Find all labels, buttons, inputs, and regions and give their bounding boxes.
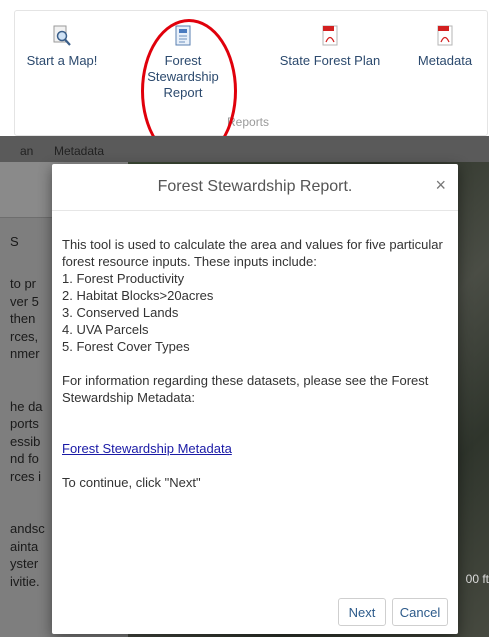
modal-intro: This tool is used to calculate the area … [62,237,443,269]
map-scale-text: 00 ft [465,572,489,586]
modal-continue-text: To continue, click "Next" [62,475,201,490]
background-panel-line: andsc [10,521,45,536]
metadata-label: Metadata [417,53,473,68]
background-panel-line: ver 5 [10,293,39,309]
modal-title: Forest Stewardship Report. [157,178,353,195]
modal-body: This tool is used to calculate the area … [62,236,454,491]
input-item: 3. Conserved Lands [62,305,179,320]
forest-stewardship-modal: Forest Stewardship Report. × This tool i… [52,164,458,634]
background-panel-line: then [10,311,36,326]
background-tab-metadata[interactable]: Metadata [54,144,104,158]
pdf-icon [437,25,453,46]
background-panel-line: rces i [10,468,42,484]
modal-header: Forest Stewardship Report. × [52,164,458,211]
background-panel-line: ports [10,416,39,431]
start-map-button[interactable]: Start a Map! [15,25,109,69]
cancel-button[interactable]: Cancel [392,598,448,626]
background-panel-line: nmer [10,346,40,361]
background-panel-line: to pr [10,276,37,291]
background-tab[interactable]: an [20,144,33,158]
background-panel-line: nd fo [10,451,39,466]
background-panel-line: essib [10,433,41,449]
background-panel-line: ivitie. [10,573,40,589]
start-map-label: Start a Map! [26,53,98,68]
background-panel-line: he da [10,398,43,414]
input-item: 2. Habitat Blocks>20acres [62,288,214,303]
background-tabs: an Metadata [0,136,489,162]
background-panel-line: ainta [10,538,39,554]
modal-info: For information regarding these datasets… [62,373,429,405]
input-item: 5. Forest Cover Types [62,339,190,354]
metadata-button[interactable]: Metadata [405,25,485,69]
input-item: 4. UVA Parcels [62,322,149,337]
input-item: 1. Forest Productivity [62,271,185,286]
background-panel-line: yster [10,556,39,571]
close-button[interactable]: × [435,175,446,196]
state-forest-plan-button[interactable]: State Forest Plan [267,25,393,69]
state-forest-plan-label: State Forest Plan [279,53,381,68]
background-panel-line: rces, [10,328,39,344]
forest-stewardship-metadata-link[interactable]: Forest Stewardship Metadata [62,441,232,456]
ribbon-toolbar: Start a Map! Forest Stewardship Report S… [14,10,488,163]
next-button[interactable]: Next [338,598,386,626]
background-panel-header-text: S [10,234,19,249]
magnify-document-icon [53,25,71,46]
pdf-icon [322,25,338,46]
